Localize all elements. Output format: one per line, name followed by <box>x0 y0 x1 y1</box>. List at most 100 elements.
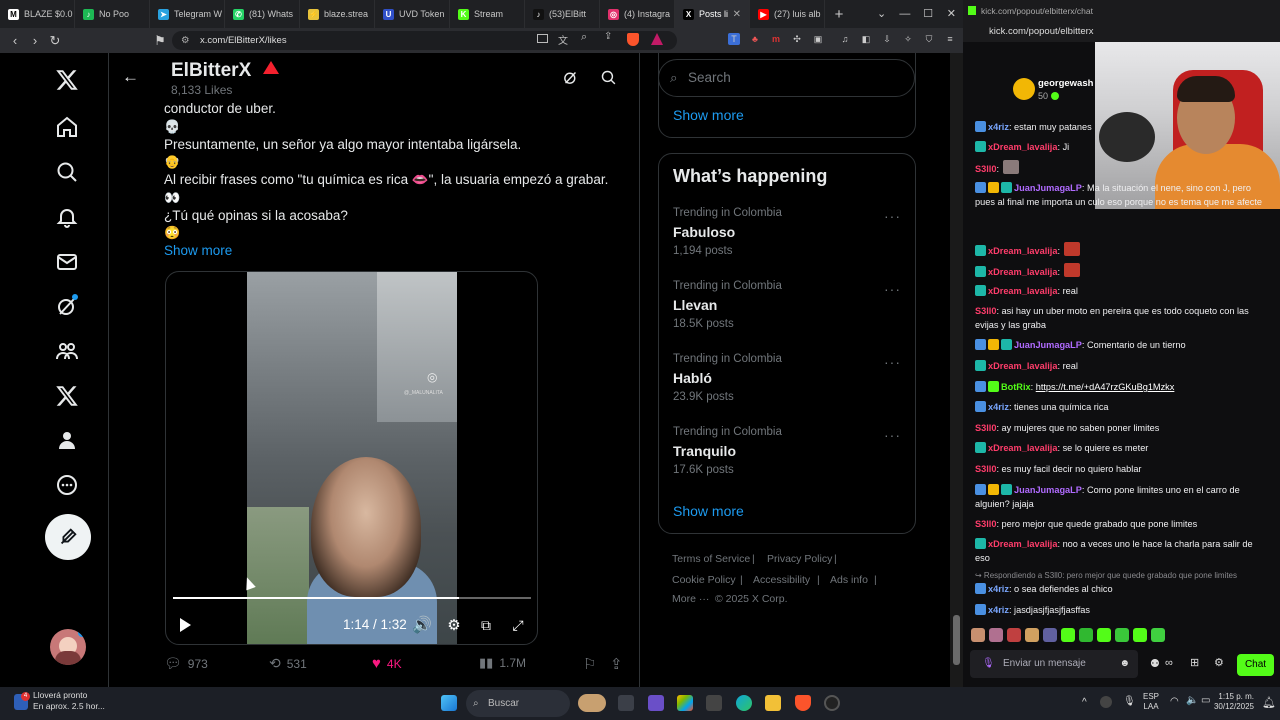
search-icon[interactable] <box>600 69 617 91</box>
cookie-link[interactable]: Cookie Policy <box>672 574 736 586</box>
microphone-icon[interactable]: 🎙 <box>982 650 995 678</box>
download-icon[interactable]: ⇩ <box>881 33 893 45</box>
zoom-icon[interactable]: ⌕ <box>581 31 587 44</box>
premium-x-icon[interactable] <box>52 381 82 411</box>
more-options-icon[interactable]: ··· <box>884 354 901 370</box>
views-button[interactable]: ▮▮ 1.7M <box>479 655 526 671</box>
reply-button[interactable]: 💬︎ 973 <box>164 655 208 672</box>
show-more-link[interactable]: Show more <box>673 503 744 519</box>
emote-icon[interactable] <box>1097 628 1111 642</box>
chat-settings-icon[interactable]: ⚙ <box>1214 656 1224 669</box>
accessibility-link[interactable]: Accessibility <box>753 574 810 586</box>
language-indicator[interactable]: ESP LAA <box>1143 692 1159 712</box>
chat-username[interactable]: x4riz <box>988 605 1009 615</box>
bookmark-icon[interactable]: ⚐ <box>583 655 596 673</box>
terms-link[interactable]: Terms of Service <box>672 553 750 565</box>
pip-icon[interactable]: ⧉ <box>477 616 495 634</box>
windows-start-icon[interactable] <box>441 695 457 711</box>
show-more-link[interactable]: Show more <box>164 243 232 258</box>
emote-icon[interactable] <box>1079 628 1093 642</box>
share-icon[interactable]: ⇪ <box>604 31 612 42</box>
back-button[interactable]: ‹ <box>5 33 25 48</box>
news-widget-icon[interactable] <box>578 694 606 712</box>
chat-username[interactable]: xDream_lavalija <box>988 361 1057 371</box>
show-more-link[interactable]: Show more <box>673 107 744 123</box>
close-tab-icon[interactable]: ✕ <box>733 9 741 20</box>
trend-name[interactable]: Habló <box>673 370 712 386</box>
forward-button[interactable]: › <box>25 33 45 48</box>
chat-username[interactable]: S3ll0 <box>975 306 996 316</box>
communities-icon[interactable] <box>52 336 82 366</box>
browser-tab[interactable]: K Stream <box>450 0 525 28</box>
vpn-icon[interactable]: ⛉ <box>923 33 935 45</box>
gift-icon[interactable]: ⊞ <box>1190 656 1199 669</box>
emote-icon[interactable] <box>1115 628 1129 642</box>
chat-username[interactable]: xDream_lavalija <box>988 246 1057 256</box>
chat-link[interactable]: https://t.me/+dA47rzGKuBg1Mzkx <box>1036 382 1175 392</box>
ads-info-link[interactable]: Ads info <box>830 574 868 586</box>
maximize-button[interactable]: ☐ <box>917 0 940 28</box>
reload-button[interactable]: ↻ <box>45 33 65 49</box>
page-scrollbar[interactable] <box>950 53 963 687</box>
share-icon[interactable]: ⇪ <box>610 655 623 673</box>
more-options-icon[interactable]: ··· <box>884 427 901 443</box>
browser-tab[interactable]: ➤ Telegram W <box>150 0 225 28</box>
browser-tab[interactable]: M BLAZE $0.0 <box>0 0 75 28</box>
video-progress-bar[interactable] <box>173 597 531 599</box>
emote-icon[interactable] <box>1043 628 1057 642</box>
wifi-icon[interactable]: ◠ <box>1170 696 1179 707</box>
chevron-down-icon[interactable]: ⌄ <box>870 0 893 28</box>
emote-icon[interactable] <box>989 628 1003 642</box>
messages-icon[interactable] <box>52 247 82 277</box>
more-options-icon[interactable]: ··· <box>884 281 901 297</box>
privacy-link[interactable]: Privacy Policy <box>767 553 832 565</box>
translate-ext-icon[interactable]: T <box>728 33 740 45</box>
browser-tab[interactable]: ◎ (4) Instagra <box>600 0 675 28</box>
browser-tab[interactable]: ♪ No Poo <box>75 0 150 28</box>
split-view-icon[interactable]: ◧ <box>860 33 872 45</box>
points-icon[interactable]: ⚉ <box>1150 657 1160 670</box>
compose-post-button[interactable] <box>45 514 91 560</box>
settings-gear-icon[interactable]: ⚙ <box>445 616 463 634</box>
tray-mic-icon[interactable]: 🎙 <box>1123 696 1136 707</box>
browser-tab[interactable]: ♪ (53)ElBitt <box>525 0 600 28</box>
emote-icon[interactable] <box>1151 628 1165 642</box>
profile-icon[interactable] <box>52 425 82 455</box>
weather-widget[interactable]: Lloverá pronto En aprox. 2.5 hor... <box>33 690 105 712</box>
store-icon[interactable] <box>706 695 722 711</box>
sidebar-icon[interactable]: ▣ <box>812 33 824 45</box>
copilot-icon[interactable] <box>677 695 693 711</box>
chat-username[interactable]: xDream_lavalija <box>988 267 1057 277</box>
puzzle-icon[interactable]: ✣ <box>791 33 803 45</box>
emote-icon[interactable] <box>1061 628 1075 642</box>
browser-tab[interactable]: ▶ (27) luis alb <box>750 0 825 28</box>
more-icon[interactable] <box>52 470 82 500</box>
trend-name[interactable]: Fabuloso <box>673 224 735 240</box>
pinned-user[interactable]: georgewash <box>1038 78 1093 89</box>
snipping-tool-icon[interactable] <box>648 695 664 711</box>
browser-tab[interactable]: X Posts li ✕ <box>675 0 750 28</box>
chat-username[interactable]: x4riz <box>988 584 1009 594</box>
browser-tab[interactable]: ⚡ blaze.strea <box>300 0 375 28</box>
browser-tab[interactable]: ✆ (81) Whats <box>225 0 300 28</box>
grok-header-icon[interactable] <box>562 69 579 91</box>
new-tab-button[interactable]: + <box>825 6 853 23</box>
music-icon[interactable]: ♫ <box>839 33 851 45</box>
video-player[interactable]: ◎ @_MALUNALITA 1:14 / 1:32 🔊 ⚙ ⧉ ⤢ <box>165 271 538 645</box>
obs-icon[interactable] <box>824 695 840 711</box>
explore-icon[interactable] <box>52 157 82 187</box>
scrollbar-thumb[interactable] <box>953 615 960 665</box>
chat-username[interactable]: JuanJumagaLP <box>1014 183 1082 193</box>
grok-icon[interactable] <box>52 291 82 321</box>
chat-username[interactable]: x4riz <box>988 402 1009 412</box>
emote-icon[interactable] <box>1007 628 1021 642</box>
play-icon[interactable] <box>176 616 194 634</box>
notifications-bell-icon[interactable]: 🔔︎ <box>1262 696 1276 709</box>
x-logo-icon[interactable] <box>52 65 82 95</box>
url-field[interactable]: ⚙ x.com/ElBitterX/likes <box>172 31 677 50</box>
tray-chevron-icon[interactable]: ^ <box>1082 697 1087 708</box>
brave-icon[interactable] <box>795 695 811 711</box>
trend-name[interactable]: Tranquilo <box>673 443 736 459</box>
emote-icon[interactable] <box>971 628 985 642</box>
close-window-button[interactable]: ✕ <box>940 0 963 28</box>
